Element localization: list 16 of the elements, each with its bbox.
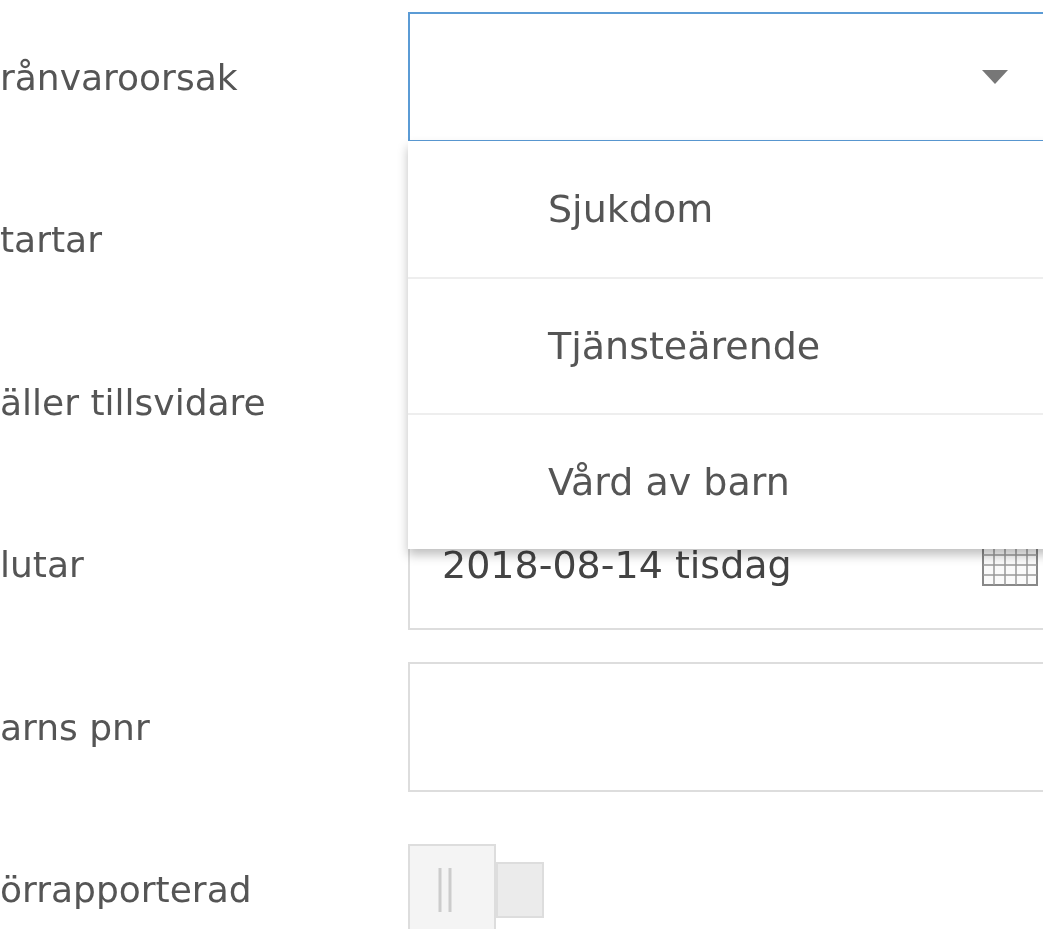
field-label: lutar	[0, 544, 84, 586]
select-field[interactable]	[408, 12, 1043, 143]
field-label: örrapporterad	[0, 869, 252, 911]
toggle-track	[496, 861, 544, 918]
caret-icon	[982, 70, 1008, 85]
toggle-switch[interactable]	[408, 843, 544, 929]
dropdown-option[interactable]: Sjukdom	[408, 141, 1043, 277]
dropdown-option[interactable]: Tjänsteärende	[408, 277, 1043, 413]
field-label: rånvaroorsak	[0, 56, 238, 98]
grip-icon	[438, 867, 452, 912]
toggle-knob[interactable]	[408, 843, 496, 929]
field-label: tartar	[0, 219, 102, 261]
field-label: äller tillsvidare	[0, 381, 266, 423]
text-field[interactable]	[408, 662, 1043, 793]
field-label: arns pnr	[0, 706, 150, 748]
dropdown-option[interactable]: Vård av barn	[408, 413, 1043, 549]
